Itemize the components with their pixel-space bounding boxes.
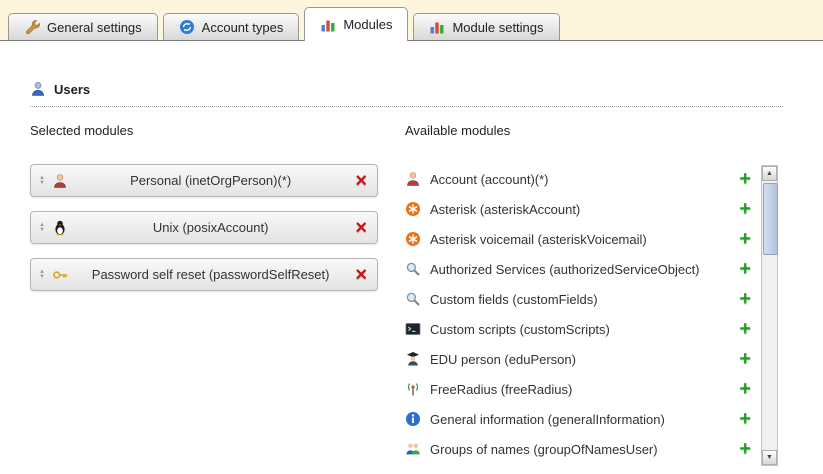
available-module-row: Authorized Services (authorizedServiceOb… <box>405 254 753 284</box>
module-label: EDU person (eduPerson) <box>430 352 728 367</box>
tab-account-types[interactable]: Account types <box>163 13 300 40</box>
module-label: Custom fields (customFields) <box>430 292 728 307</box>
module-label: Groups of names (groupOfNamesUser) <box>430 442 728 457</box>
magnifier-icon <box>405 261 421 277</box>
module-label: Authorized Services (authorizedServiceOb… <box>430 262 728 277</box>
tab-label: Modules <box>343 17 392 32</box>
tab-label: Account types <box>202 20 284 35</box>
scrollbar-thumb[interactable] <box>763 183 778 255</box>
asterisk-icon <box>405 231 421 247</box>
available-list-scrollbar[interactable]: ▲ ▼ <box>761 165 778 466</box>
selected-modules-column: Selected modules ▲▼ Personal (inetOrgPer… <box>30 123 378 305</box>
module-label: Personal (inetOrgPerson)(*) <box>68 173 353 188</box>
key-icon <box>52 267 68 283</box>
add-icon[interactable]: + <box>737 321 753 337</box>
module-label: General information (generalInformation) <box>430 412 728 427</box>
selected-module-row[interactable]: ▲▼ Password self reset (passwordSelfRese… <box>30 258 378 291</box>
triangle-up-icon[interactable]: ▲ <box>762 166 777 181</box>
asterisk-icon <box>405 201 421 217</box>
add-icon[interactable]: + <box>737 171 753 187</box>
tab-general-settings[interactable]: General settings <box>8 13 158 40</box>
selected-module-row[interactable]: ▲▼ Personal (inetOrgPerson)(*) × <box>30 164 378 197</box>
drag-handle-icon[interactable]: ▲▼ <box>39 223 45 233</box>
module-label: Asterisk (asteriskAccount) <box>430 202 728 217</box>
group-icon <box>405 441 421 457</box>
magnifier-icon <box>405 291 421 307</box>
add-icon[interactable]: + <box>737 441 753 457</box>
person-icon <box>52 173 68 189</box>
chart-icon <box>429 19 445 35</box>
available-module-row: EDU person (eduPerson) + <box>405 344 753 374</box>
person-icon <box>405 171 421 187</box>
info-icon <box>405 411 421 427</box>
available-module-row: General information (generalInformation)… <box>405 404 753 434</box>
add-icon[interactable]: + <box>737 351 753 367</box>
available-module-row: Custom fields (customFields) + <box>405 284 753 314</box>
module-label: Unix (posixAccount) <box>68 220 353 235</box>
wrench-icon <box>24 19 40 35</box>
script-icon <box>405 321 421 337</box>
tab-label: Module settings <box>452 20 543 35</box>
add-icon[interactable]: + <box>737 261 753 277</box>
radius-icon <box>405 381 421 397</box>
selected-module-row[interactable]: ▲▼ Unix (posixAccount) × <box>30 211 378 244</box>
available-module-row: Asterisk (asteriskAccount) + <box>405 194 753 224</box>
drag-handle-icon[interactable]: ▲▼ <box>39 270 45 280</box>
tab-bar: General settings Account types Modules M… <box>8 7 560 40</box>
users-section-header: Users <box>30 81 783 107</box>
delete-icon[interactable]: × <box>353 220 369 236</box>
available-module-row: Custom scripts (customScripts) + <box>405 314 753 344</box>
add-icon[interactable]: + <box>737 291 753 307</box>
section-title: Users <box>54 82 90 97</box>
add-icon[interactable]: + <box>737 381 753 397</box>
tab-modules[interactable]: Modules <box>304 7 408 41</box>
module-label: FreeRadius (freeRadius) <box>430 382 728 397</box>
available-module-row: Groups of names (groupOfNamesUser) + <box>405 434 753 464</box>
module-label: Asterisk voicemail (asteriskVoicemail) <box>430 232 728 247</box>
edu-person-icon <box>405 351 421 367</box>
available-module-row: Asterisk voicemail (asteriskVoicemail) + <box>405 224 753 254</box>
available-module-row: FreeRadius (freeRadius) + <box>405 374 753 404</box>
sync-icon <box>179 19 195 35</box>
delete-icon[interactable]: × <box>353 173 369 189</box>
add-icon[interactable]: + <box>737 231 753 247</box>
selected-modules-heading: Selected modules <box>30 123 378 138</box>
module-label: Password self reset (passwordSelfReset) <box>68 267 353 282</box>
available-modules-heading: Available modules <box>405 123 753 138</box>
add-icon[interactable]: + <box>737 201 753 217</box>
users-icon <box>30 81 46 97</box>
tab-label: General settings <box>47 20 142 35</box>
available-module-row: Account (account)(*) + <box>405 164 753 194</box>
chart-icon <box>320 17 336 33</box>
content-panel: Users Selected modules ▲▼ Personal (inet… <box>0 40 823 474</box>
triangle-down-icon[interactable]: ▼ <box>762 450 777 465</box>
add-icon[interactable]: + <box>737 411 753 427</box>
penguin-icon <box>52 220 68 236</box>
module-label: Custom scripts (customScripts) <box>430 322 728 337</box>
drag-handle-icon[interactable]: ▲▼ <box>39 176 45 186</box>
available-modules-column: Available modules Account (account)(*) +… <box>405 123 753 464</box>
module-label: Account (account)(*) <box>430 172 728 187</box>
delete-icon[interactable]: × <box>353 267 369 283</box>
tab-module-settings[interactable]: Module settings <box>413 13 559 40</box>
